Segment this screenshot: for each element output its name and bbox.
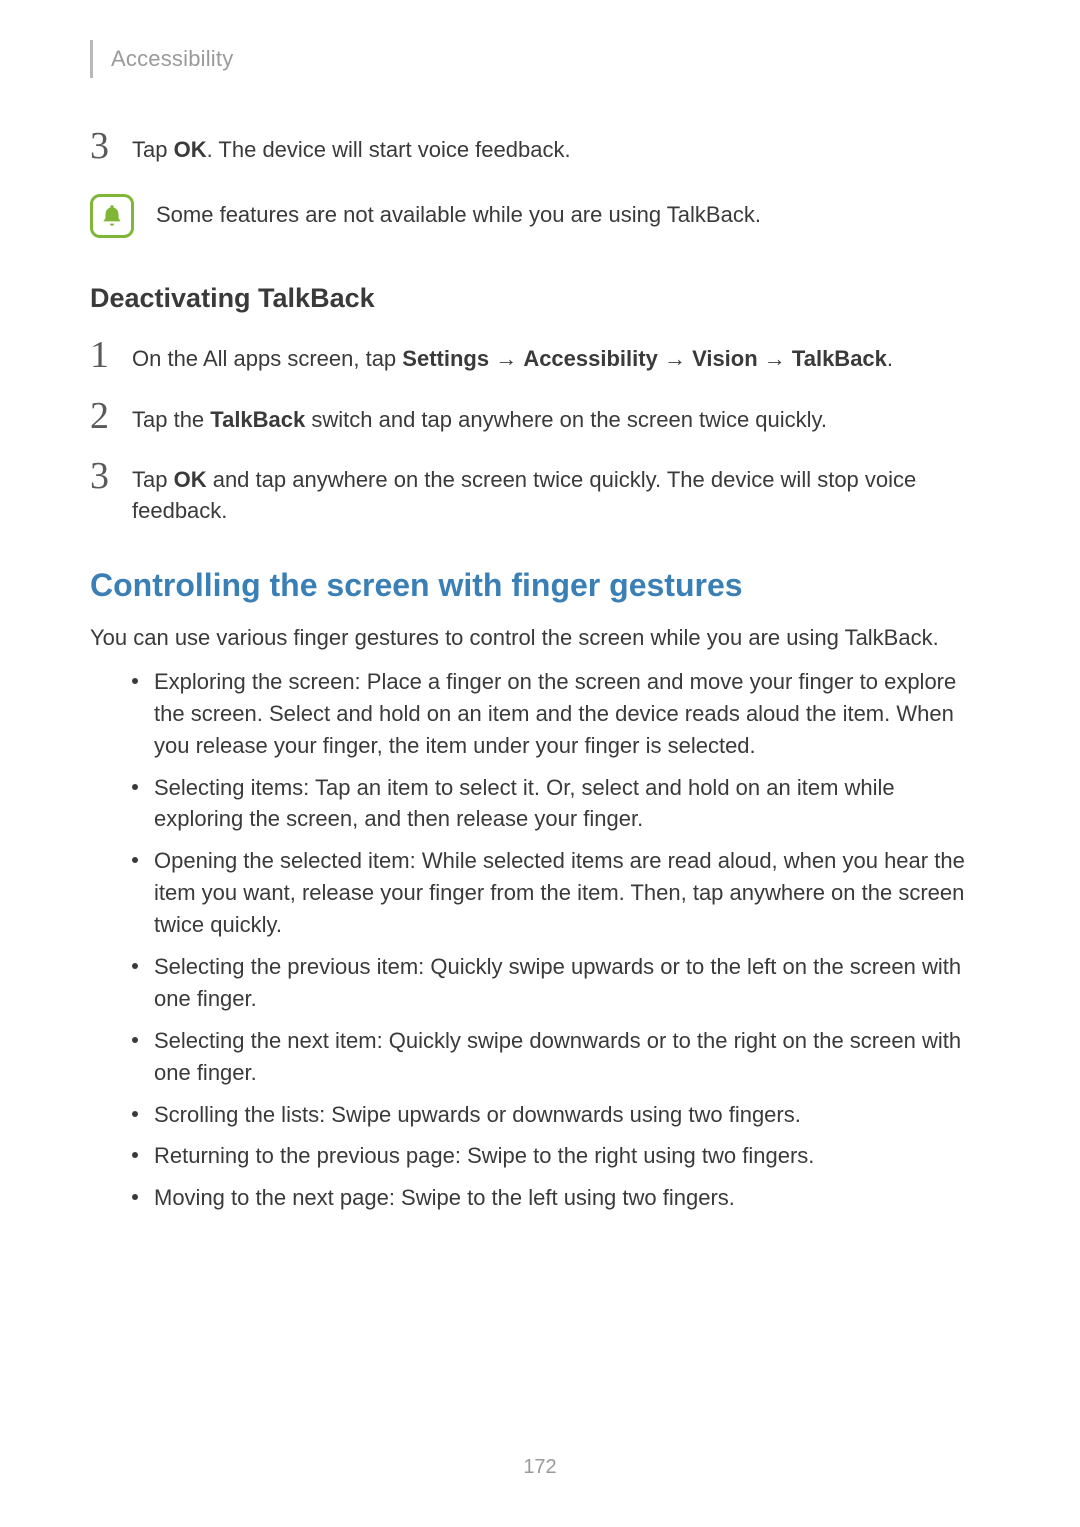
bullet-dot	[132, 1194, 138, 1200]
bullet-text: Exploring the screen: Place a finger on …	[154, 666, 990, 762]
step-text: Tap OK and tap anywhere on the screen tw…	[132, 463, 990, 527]
bell-icon	[90, 194, 134, 238]
text: .	[887, 346, 893, 371]
bullet-list: Exploring the screen: Place a finger on …	[90, 666, 990, 1214]
section-intro: You can use various finger gestures to c…	[90, 622, 990, 654]
section-heading: Controlling the screen with finger gestu…	[90, 567, 990, 604]
text: Tap the	[132, 407, 210, 432]
bullet-dot	[132, 784, 138, 790]
step-text: Tap the TalkBack switch and tap anywhere…	[132, 403, 827, 436]
bullet-dot	[132, 1037, 138, 1043]
bullet-text: Moving to the next page: Swipe to the le…	[154, 1182, 735, 1214]
bullet-text: Returning to the previous page: Swipe to…	[154, 1140, 814, 1172]
bold-text: Vision	[692, 346, 758, 371]
note-callout: Some features are not available while yo…	[90, 194, 990, 238]
bullet-text: Opening the selected item: While selecte…	[154, 845, 990, 941]
text: switch and tap anywhere on the screen tw…	[305, 407, 827, 432]
bullet-dot	[132, 963, 138, 969]
bold-text: Accessibility	[523, 346, 658, 371]
page-content: Accessibility 3 Tap OK. The device will …	[0, 0, 1080, 1214]
bullet-dot	[132, 678, 138, 684]
step-1: 1 On the All apps screen, tap Settings →…	[90, 342, 990, 375]
page-header: Accessibility	[90, 40, 990, 78]
text: . The device will start voice feedback.	[207, 137, 571, 162]
text: On the All apps screen, tap	[132, 346, 402, 371]
arrow: →	[658, 346, 692, 371]
list-item: Selecting items: Tap an item to select i…	[132, 772, 990, 836]
list-item: Exploring the screen: Place a finger on …	[132, 666, 990, 762]
text: Tap	[132, 467, 174, 492]
bullet-dot	[132, 1111, 138, 1117]
step-text: Tap OK. The device will start voice feed…	[132, 133, 571, 166]
list-item: Selecting the previous item: Quickly swi…	[132, 951, 990, 1015]
bold-text: OK	[174, 137, 207, 162]
step-number: 2	[90, 397, 132, 436]
bold-text: TalkBack	[210, 407, 305, 432]
step-number: 3	[90, 457, 132, 527]
list-item: Selecting the next item: Quickly swipe d…	[132, 1025, 990, 1089]
bold-text: OK	[174, 467, 207, 492]
arrow: →	[489, 346, 523, 371]
step-number: 3	[90, 127, 132, 166]
bold-text: Settings	[402, 346, 489, 371]
bullet-text: Selecting the next item: Quickly swipe d…	[154, 1025, 990, 1089]
step-number: 1	[90, 336, 132, 375]
step-3: 3 Tap OK and tap anywhere on the screen …	[90, 463, 990, 527]
list-item: Returning to the previous page: Swipe to…	[132, 1140, 990, 1172]
subheading-deactivating: Deactivating TalkBack	[90, 283, 990, 314]
text: Tap	[132, 137, 174, 162]
step-3-continue: 3 Tap OK. The device will start voice fe…	[90, 133, 990, 166]
note-text: Some features are not available while yo…	[156, 194, 761, 228]
header-accent-bar	[90, 40, 93, 78]
step-text: On the All apps screen, tap Settings → A…	[132, 342, 893, 375]
header-title: Accessibility	[111, 46, 233, 72]
list-item: Scrolling the lists: Swipe upwards or do…	[132, 1099, 990, 1131]
bullet-dot	[132, 1152, 138, 1158]
list-item: Moving to the next page: Swipe to the le…	[132, 1182, 990, 1214]
bold-text: TalkBack	[792, 346, 887, 371]
list-item: Opening the selected item: While selecte…	[132, 845, 990, 941]
bullet-dot	[132, 857, 138, 863]
page-number: 172	[0, 1456, 1080, 1479]
bullet-text: Selecting the previous item: Quickly swi…	[154, 951, 990, 1015]
bullet-text: Scrolling the lists: Swipe upwards or do…	[154, 1099, 801, 1131]
text: and tap anywhere on the screen twice qui…	[132, 467, 916, 523]
arrow: →	[758, 346, 792, 371]
step-2: 2 Tap the TalkBack switch and tap anywhe…	[90, 403, 990, 436]
bullet-text: Selecting items: Tap an item to select i…	[154, 772, 990, 836]
